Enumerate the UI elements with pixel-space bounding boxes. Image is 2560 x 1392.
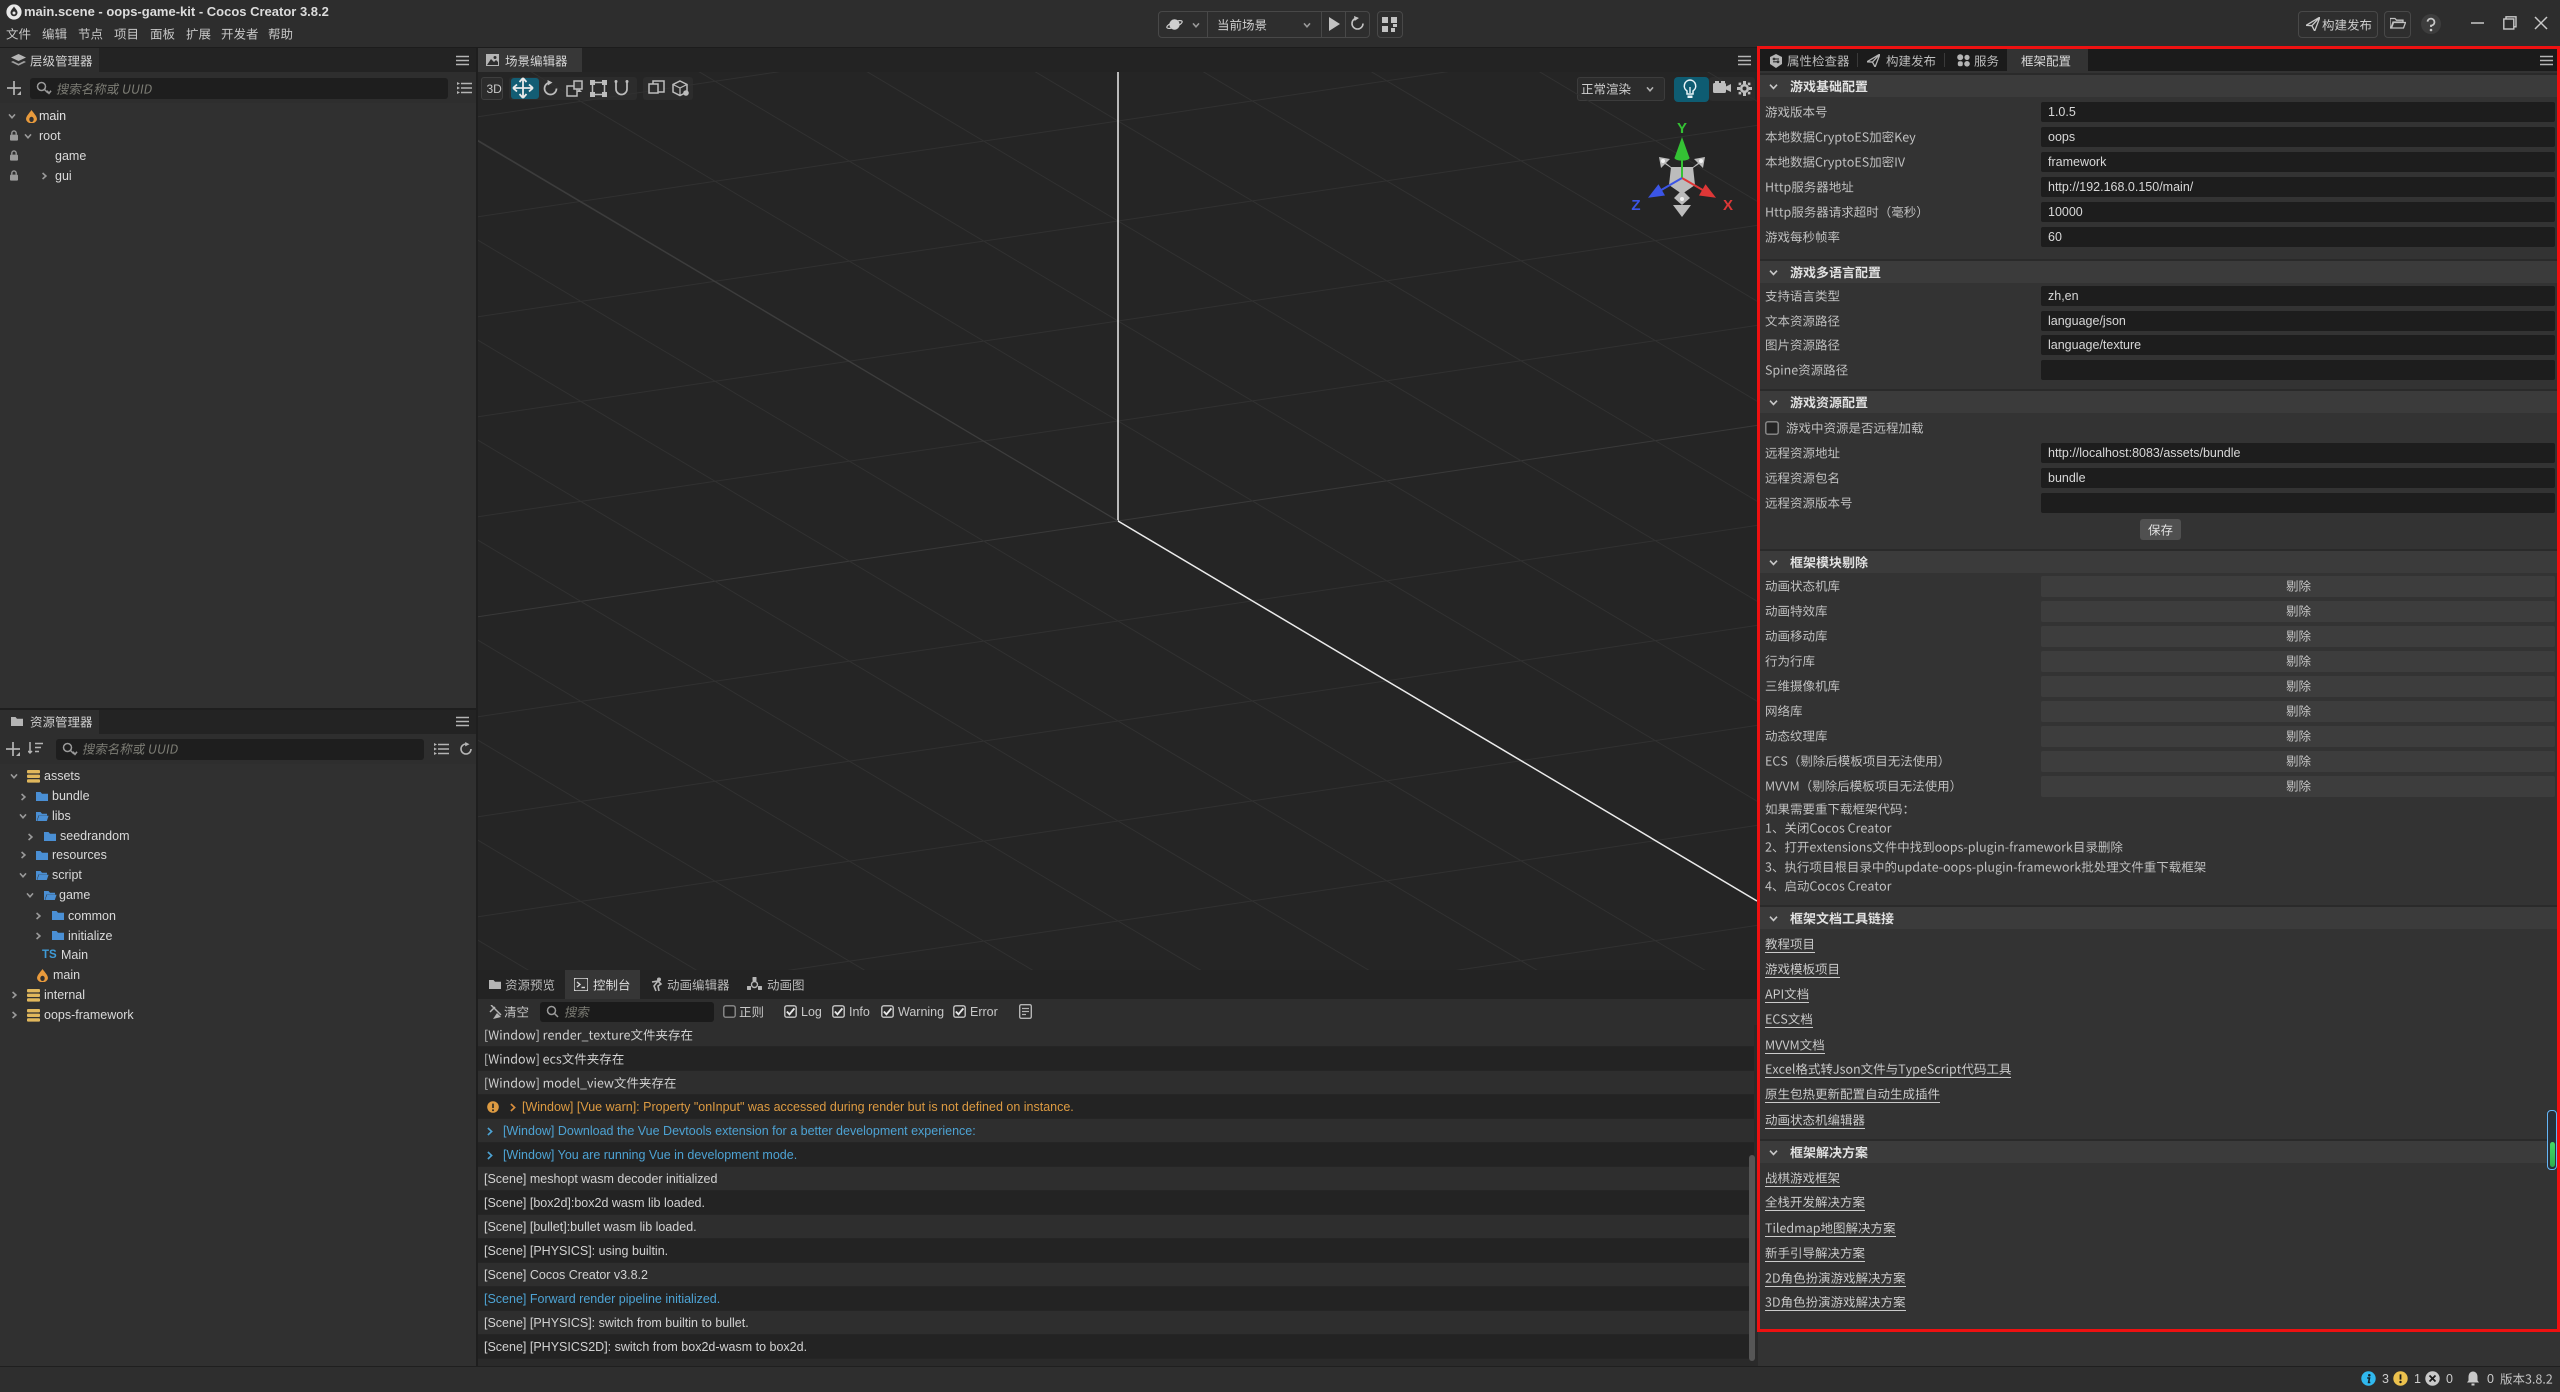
svg-text:Y: Y — [1677, 120, 1687, 137]
svg-text:Z: Z — [1631, 197, 1640, 214]
svg-text:X: X — [1723, 197, 1733, 214]
